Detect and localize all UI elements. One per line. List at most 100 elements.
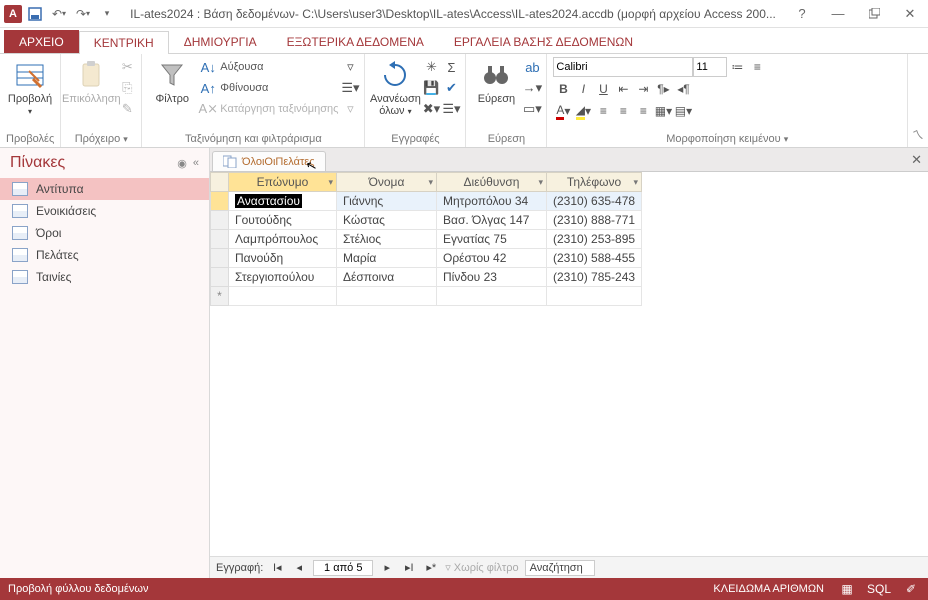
format-painter-button[interactable]: ✎ bbox=[119, 99, 135, 119]
cell-firstname[interactable]: Γιάννης bbox=[337, 192, 437, 211]
nav-collapse-icon[interactable]: « bbox=[193, 157, 199, 170]
outdent-button[interactable]: ⇤ bbox=[613, 79, 633, 99]
find-button[interactable]: Εύρεση bbox=[472, 57, 520, 105]
row-selector[interactable] bbox=[211, 230, 229, 249]
clear-sort-button[interactable]: A⨯Κατάργηση ταξινόμησης bbox=[200, 99, 338, 119]
cell-address[interactable]: Εγνατίας 75 bbox=[437, 230, 547, 249]
numbering-icon[interactable]: ≡ bbox=[747, 57, 767, 77]
font-color-button[interactable]: A▾ bbox=[553, 101, 573, 121]
datasheet[interactable]: Επώνυμο▾Όνομα▾Διεύθυνση▾Τηλέφωνο▾ Αναστα… bbox=[210, 172, 928, 556]
tab-file[interactable]: ΑΡΧΕΙΟ bbox=[4, 30, 79, 53]
refresh-all-button[interactable]: Ανανέωση όλων ▾ bbox=[371, 57, 419, 118]
selection-filter-button[interactable]: ▿ bbox=[342, 57, 358, 77]
column-dropdown-icon[interactable]: ▾ bbox=[428, 177, 433, 188]
cell-firstname[interactable]: Κώστας bbox=[337, 211, 437, 230]
cell-lastname[interactable]: Στεργιοπούλου bbox=[229, 268, 337, 287]
cell-address[interactable]: Μητροπόλου 34 bbox=[437, 192, 547, 211]
align-left-button[interactable]: ≡ bbox=[593, 101, 613, 121]
nav-pane-title[interactable]: Πίνακες bbox=[10, 154, 65, 172]
cell-address[interactable]: Βασ. Όλγας 147 bbox=[437, 211, 547, 230]
goto-button[interactable]: →▾ bbox=[524, 78, 540, 98]
tab-database-tools[interactable]: ΕΡΓΑΛΕΙΑ ΒΑΣΗΣ ΔΕΔΟΜΕΝΩΝ bbox=[439, 30, 648, 53]
align-right-button[interactable]: ≡ bbox=[633, 101, 653, 121]
delete-record-button[interactable]: ✖▾ bbox=[423, 99, 439, 119]
paste-button[interactable]: Επικόλληση bbox=[67, 57, 115, 105]
table-row[interactable]: ΠανούδηΜαρίαΟρέστου 42(2310) 588-455 bbox=[211, 249, 642, 268]
select-button[interactable]: ▭▾ bbox=[524, 99, 540, 119]
cell-phone[interactable]: (2310) 588-455 bbox=[547, 249, 642, 268]
column-header[interactable]: Επώνυμο▾ bbox=[229, 173, 337, 192]
cell-firstname[interactable]: Δέσποινα bbox=[337, 268, 437, 287]
cell-phone[interactable]: (2310) 635-478 bbox=[547, 192, 642, 211]
document-close-button[interactable]: ✕ bbox=[911, 152, 922, 168]
cell-lastname[interactable]: Λαμπρόπουλος bbox=[229, 230, 337, 249]
table-row[interactable]: ΣτεργιοπούλουΔέσποιναΠίνδου 23(2310) 785… bbox=[211, 268, 642, 287]
tab-external-data[interactable]: ΕΞΩΤΕΡΙΚΑ ΔΕΔΟΜΕΝΑ bbox=[272, 30, 439, 53]
spelling-button[interactable]: ✔ bbox=[443, 78, 459, 98]
cell-phone[interactable]: (2310) 785-243 bbox=[547, 268, 642, 287]
nav-table-item[interactable]: Ενοικιάσεις bbox=[0, 200, 209, 222]
datasheet-view-button[interactable]: ▦ bbox=[838, 581, 856, 597]
column-dropdown-icon[interactable]: ▾ bbox=[328, 177, 333, 188]
rtl-button[interactable]: ◂¶ bbox=[673, 79, 693, 99]
cell-lastname[interactable]: Γουτούδης bbox=[229, 211, 337, 230]
cell-lastname[interactable]: Πανούδη bbox=[229, 249, 337, 268]
fill-color-button[interactable]: ◢▾ bbox=[573, 101, 593, 121]
ltr-button[interactable]: ¶▸ bbox=[653, 79, 673, 99]
first-record-button[interactable]: I◂ bbox=[269, 560, 285, 576]
collapse-ribbon-button[interactable]: ㄟ bbox=[908, 54, 928, 147]
cell-address[interactable]: Πίνδου 23 bbox=[437, 268, 547, 287]
column-header[interactable]: Τηλέφωνο▾ bbox=[547, 173, 642, 192]
undo-icon[interactable]: ↶▾ bbox=[48, 3, 70, 25]
sql-view-button[interactable]: SQL bbox=[870, 581, 888, 597]
new-record-button[interactable]: ✳ bbox=[423, 57, 439, 77]
view-button[interactable]: Προβολή▾ bbox=[6, 57, 54, 118]
table-row[interactable]: ΓουτούδηςΚώσταςΒασ. Όλγας 147(2310) 888-… bbox=[211, 211, 642, 230]
tab-create[interactable]: ΔΗΜΙΟΥΡΓΙΑ bbox=[169, 30, 272, 53]
select-all-corner[interactable] bbox=[211, 173, 229, 192]
tab-home[interactable]: ΚΕΝΤΡΙΚΗ bbox=[79, 31, 169, 54]
column-header[interactable]: Όνομα▾ bbox=[337, 173, 437, 192]
new-record-row[interactable]: * bbox=[211, 287, 642, 306]
more-records-button[interactable]: ☰▾ bbox=[443, 99, 459, 119]
align-center-button[interactable]: ≡ bbox=[613, 101, 633, 121]
redo-icon[interactable]: ↷▾ bbox=[72, 3, 94, 25]
alt-row-color-button[interactable]: ▤▾ bbox=[673, 101, 693, 121]
filter-button[interactable]: Φίλτρο bbox=[148, 57, 196, 105]
font-size-combo[interactable] bbox=[693, 57, 727, 77]
copy-button[interactable]: ⎘ bbox=[119, 78, 135, 98]
nav-table-item[interactable]: Πελάτες bbox=[0, 244, 209, 266]
cell-phone[interactable]: (2310) 253-895 bbox=[547, 230, 642, 249]
table-row[interactable]: ΛαμπρόπουλοςΣτέλιοςΕγνατίας 75(2310) 253… bbox=[211, 230, 642, 249]
nav-table-item[interactable]: Όροι bbox=[0, 222, 209, 244]
row-selector[interactable] bbox=[211, 268, 229, 287]
cell-address[interactable]: Ορέστου 42 bbox=[437, 249, 547, 268]
row-selector[interactable] bbox=[211, 211, 229, 230]
last-record-button[interactable]: ▸I bbox=[401, 560, 417, 576]
column-dropdown-icon[interactable]: ▾ bbox=[634, 177, 639, 188]
cell-firstname[interactable]: Μαρία bbox=[337, 249, 437, 268]
save-icon[interactable] bbox=[24, 3, 46, 25]
sort-descending-button[interactable]: A↑Φθίνουσα bbox=[200, 78, 338, 98]
cell-firstname[interactable]: Στέλιος bbox=[337, 230, 437, 249]
bold-button[interactable]: B bbox=[553, 79, 573, 99]
maximize-button[interactable] bbox=[860, 4, 888, 24]
qat-more-icon[interactable]: ▾ bbox=[96, 3, 118, 25]
close-button[interactable]: ✕ bbox=[896, 4, 924, 24]
underline-button[interactable]: U bbox=[593, 79, 613, 99]
bullets-icon[interactable]: ≔ bbox=[727, 57, 747, 77]
totals-button[interactable]: Σ bbox=[443, 57, 459, 77]
indent-button[interactable]: ⇥ bbox=[633, 79, 653, 99]
row-selector[interactable] bbox=[211, 192, 229, 211]
next-record-button[interactable]: ▸ bbox=[379, 560, 395, 576]
new-record-nav-button[interactable]: ▸* bbox=[423, 560, 439, 576]
minimize-button[interactable]: — bbox=[824, 4, 852, 24]
design-view-button[interactable]: ✐ bbox=[902, 581, 920, 597]
cut-button[interactable]: ✂ bbox=[119, 57, 135, 77]
font-name-combo[interactable] bbox=[553, 57, 693, 77]
record-search-input[interactable]: Αναζήτηση bbox=[525, 560, 595, 576]
table-row[interactable]: ΑναστασίουΓιάννηςΜητροπόλου 34(2310) 635… bbox=[211, 192, 642, 211]
advanced-filter-button[interactable]: ☰▾ bbox=[342, 78, 358, 98]
save-record-button[interactable]: 💾 bbox=[423, 78, 439, 98]
help-button[interactable]: ? bbox=[788, 4, 816, 24]
